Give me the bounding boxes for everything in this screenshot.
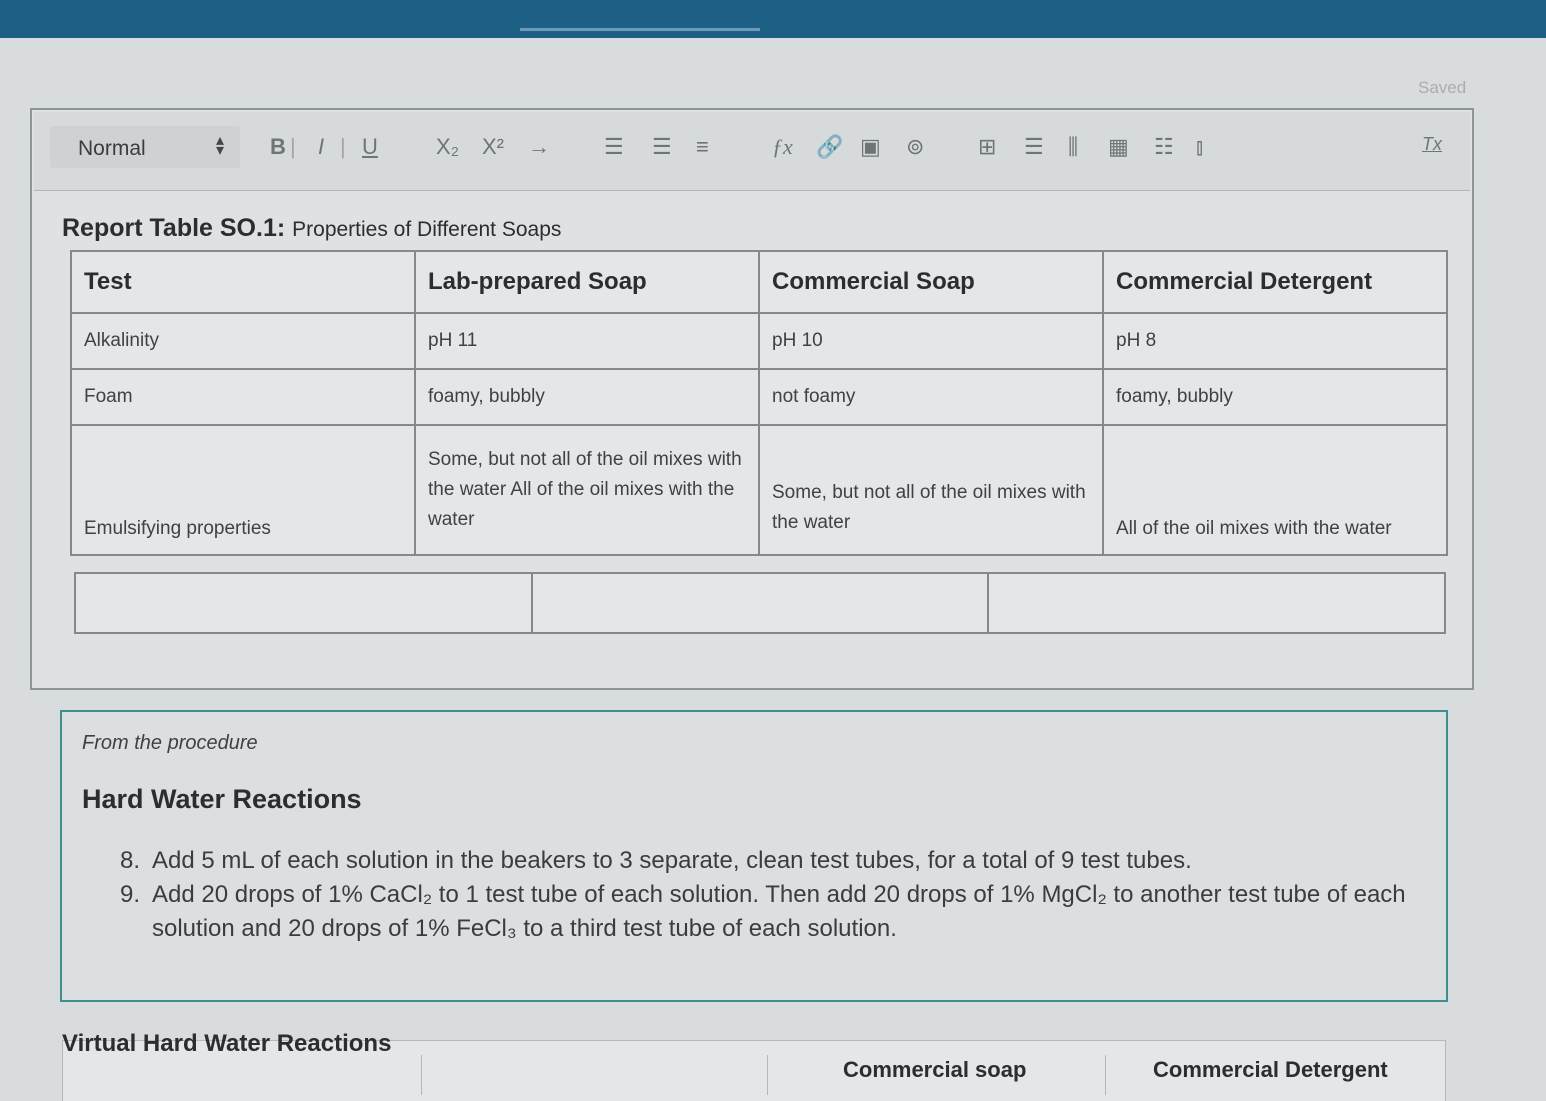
table-cell[interactable]: Some, but not all of the oil mixes with … xyxy=(758,424,1104,556)
italic-button[interactable]: I xyxy=(318,134,324,160)
format-select-value: Normal xyxy=(78,137,146,160)
table-cell[interactable]: not foamy xyxy=(758,368,1104,426)
step-text: Add 20 drops of 1% CaCl₂ to 1 test tube … xyxy=(152,881,1406,942)
editor-toolbar: Normal ▴ ▾ B | I | U X₂ X² → ☰ ☰ ≡ ƒx 🔗 ▣… xyxy=(34,112,1470,191)
report-table: Test Lab-prepared Soap Commercial Soap C… xyxy=(70,250,1448,556)
table-caption: Report Table SO.1: Properties of Differe… xyxy=(62,214,561,243)
header-cell[interactable]: Commercial Soap xyxy=(758,250,1104,314)
procedure-title: Hard Water Reactions xyxy=(82,784,362,814)
toolbar-divider: | xyxy=(340,134,346,159)
header-cell[interactable]: Test xyxy=(70,250,416,314)
section-title: Virtual Hard Water Reactions xyxy=(62,1030,392,1057)
column-divider xyxy=(767,1055,768,1095)
delete-column-icon[interactable]: ⫾ xyxy=(1196,134,1203,160)
select-arrows-icon: ▴ ▾ xyxy=(216,132,225,159)
saved-status: Saved xyxy=(1418,78,1467,97)
table-cell[interactable]: foamy, bubbly xyxy=(414,368,760,426)
ordered-list-icon[interactable]: ☰ xyxy=(604,134,624,160)
top-banner xyxy=(0,0,1546,38)
step-number: 9. xyxy=(120,881,141,908)
header-cell[interactable]: Commercial Detergent xyxy=(1102,250,1448,314)
image-icon[interactable]: ▣ xyxy=(860,134,881,160)
bold-button[interactable]: B xyxy=(270,134,286,160)
underline-button[interactable]: U xyxy=(362,134,378,160)
delete-row-icon[interactable]: ▦ xyxy=(1108,134,1129,160)
table-row: Foam foamy, bubbly not foamy foamy, bubb… xyxy=(70,368,1448,426)
rich-text-editor[interactable]: Normal ▴ ▾ B | I | U X₂ X² → ☰ ☰ ≡ ƒx 🔗 ▣… xyxy=(30,108,1474,690)
delete-table-icon[interactable]: ☷ xyxy=(1154,134,1174,160)
link-icon[interactable]: 🔗 xyxy=(816,134,843,160)
procedure-box: From the procedure Hard Water Reactions … xyxy=(60,710,1448,1002)
table-caption-label: Report Table SO.1: xyxy=(62,214,286,242)
table-icon[interactable]: ⊞ xyxy=(978,134,996,160)
table-cell[interactable]: Foam xyxy=(70,368,416,426)
procedure-step: 8. Add 5 mL of each solution in the beak… xyxy=(120,844,1420,878)
subscript-button[interactable]: X₂ xyxy=(436,134,459,160)
insert-row-icon[interactable]: ☰ xyxy=(1024,134,1044,160)
empty-cell[interactable] xyxy=(530,572,990,634)
procedure-step: 9. Add 20 drops of 1% CaCl₂ to 1 test tu… xyxy=(120,878,1420,946)
procedure-label: From the procedure xyxy=(82,732,258,754)
header-cell[interactable]: Commercial Detergent xyxy=(1153,1057,1388,1083)
table-caption-text: Properties of Different Soaps xyxy=(292,218,562,241)
bullet-list-icon[interactable]: ☰ xyxy=(652,134,672,160)
format-select[interactable]: Normal ▴ ▾ xyxy=(50,126,240,168)
table-row: Emulsifying properties Some, but not all… xyxy=(70,424,1448,556)
header-cell[interactable]: Commercial soap xyxy=(843,1057,1026,1083)
procedure-steps: 8. Add 5 mL of each solution in the beak… xyxy=(120,844,1420,946)
table-cell[interactable]: Some, but not all of the oil mixes with … xyxy=(414,424,760,556)
superscript-button[interactable]: X² xyxy=(482,134,504,160)
insert-column-icon[interactable]: ⫼ xyxy=(1068,134,1078,160)
table-cell[interactable]: pH 10 xyxy=(758,312,1104,370)
step-number: 8. xyxy=(120,847,141,874)
empty-table xyxy=(74,572,1446,634)
table-row xyxy=(74,572,1446,634)
align-left-icon[interactable]: ≡ xyxy=(696,134,709,160)
table-cell[interactable]: Alkalinity xyxy=(70,312,416,370)
table-cell[interactable]: All of the oil mixes with the water xyxy=(1102,424,1448,556)
table-cell[interactable]: pH 11 xyxy=(414,312,760,370)
banner-underline xyxy=(520,28,760,31)
column-divider xyxy=(1105,1055,1106,1095)
column-divider xyxy=(421,1055,422,1095)
table-row: Alkalinity pH 11 pH 10 pH 8 xyxy=(70,312,1448,370)
toolbar-divider: | xyxy=(290,134,296,159)
indent-arrow-icon[interactable]: → xyxy=(528,134,550,160)
empty-cell[interactable] xyxy=(987,572,1446,634)
formula-icon[interactable]: ƒx xyxy=(772,134,793,160)
table-cell[interactable]: foamy, bubbly xyxy=(1102,368,1448,426)
table-cell[interactable]: Emulsifying properties xyxy=(70,424,416,556)
attachment-icon[interactable]: ⊚ xyxy=(906,134,924,160)
clear-formatting-button[interactable]: Tx xyxy=(1422,134,1442,155)
step-text: Add 5 mL of each solution in the beakers… xyxy=(152,847,1192,874)
table-cell[interactable]: pH 8 xyxy=(1102,312,1448,370)
empty-cell[interactable] xyxy=(74,572,533,634)
table-header-row: Test Lab-prepared Soap Commercial Soap C… xyxy=(70,250,1448,314)
header-cell[interactable]: Lab-prepared Soap xyxy=(414,250,760,314)
